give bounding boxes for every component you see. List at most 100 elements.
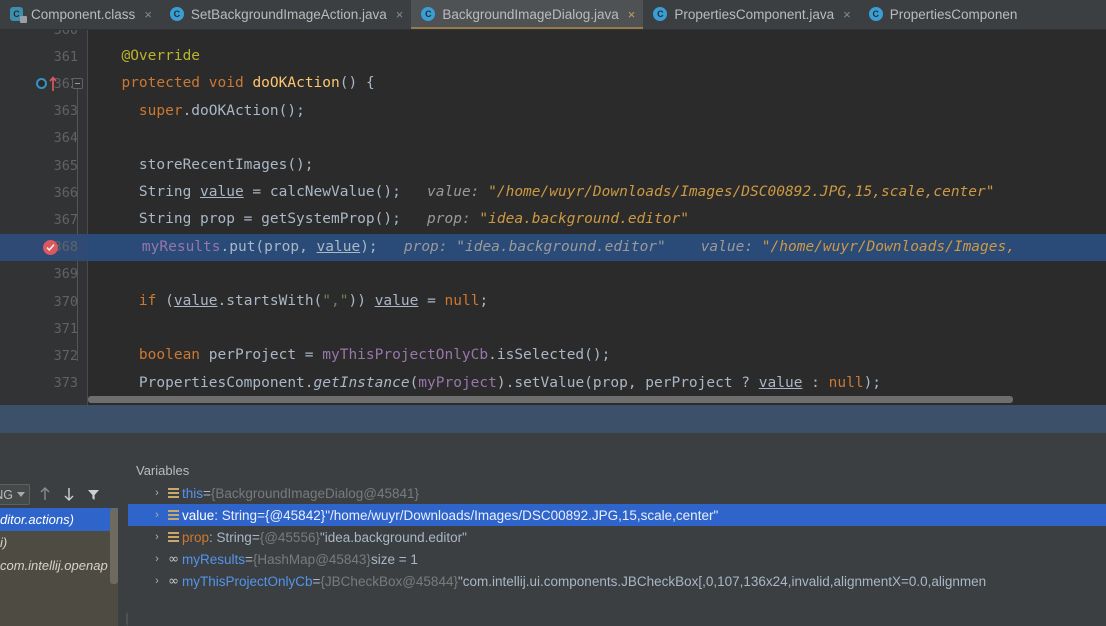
field-icon — [164, 487, 182, 499]
expand-arrow-icon[interactable]: › — [150, 509, 164, 521]
expand-arrow-icon[interactable]: › — [150, 553, 164, 565]
line-code: super.doOKAction(); — [88, 98, 305, 125]
field-icon — [164, 509, 182, 521]
editor-line-367[interactable]: 367 String prop = getSystemProp(); prop:… — [0, 206, 1106, 233]
editor-line-364[interactable]: 364 — [0, 125, 1106, 152]
line-code: String value = calcNewValue(); value: "/… — [88, 179, 995, 206]
editor-tab-1[interactable]: C SetBackgroundImageAction.java × — [159, 0, 412, 29]
expand-arrow-icon[interactable]: › — [150, 531, 164, 543]
variable-row[interactable]: › this = {BackgroundImageDialog@45841} — [128, 482, 1106, 504]
editor-tab-3[interactable]: C PropertiesComponent.java × — [643, 0, 859, 29]
inline-hint-label: prop: — [403, 238, 457, 255]
java-class-icon: C — [868, 7, 884, 22]
editor-line-371[interactable]: 371 — [0, 315, 1106, 342]
editor-tab-2[interactable]: C BackgroundImageDialog.java × — [411, 0, 644, 29]
variable-name: myResults — [182, 551, 246, 567]
close-icon[interactable]: × — [628, 8, 636, 21]
variable-value: "com.intellij.ui.components.JBCheckBox[,… — [457, 573, 987, 589]
line-number: 367 — [53, 211, 78, 228]
editor-line-368[interactable]: myResults.put(prop, value); prop: "idea.… — [88, 233, 1106, 261]
code-token: String prop = getSystemProp(); — [138, 211, 401, 228]
code-token: value — [758, 374, 803, 391]
line-number: 371 — [53, 320, 78, 337]
editor-tab-0[interactable]: C Component.class × — [0, 0, 160, 29]
thread-selector-dropdown[interactable]: NG — [0, 484, 30, 505]
editor-line-372[interactable]: 372 boolean perProject = myThisProjectOn… — [0, 342, 1106, 369]
code-token: .doOKAction(); — [182, 102, 305, 119]
code-token: @Override — [121, 48, 201, 65]
frames-down-icon[interactable] — [58, 482, 80, 506]
variable-equals: = — [257, 507, 265, 523]
expand-arrow-icon[interactable]: › — [150, 487, 164, 499]
line-code: myResults.put(prop, value); prop: "idea.… — [91, 234, 1015, 261]
code-editor[interactable]: 360361 @Override362 protected void doOKA… — [0, 30, 1106, 405]
editor-bottom-band — [0, 405, 1106, 433]
line-number: 369 — [53, 266, 78, 283]
line-code: storeRecentImages(); — [88, 152, 314, 179]
line-number: 366 — [53, 184, 78, 201]
watch-icon: ∞ — [168, 551, 179, 567]
line-number: 370 — [53, 293, 78, 310]
line-number: 372 — [53, 347, 78, 364]
code-token: () { — [339, 75, 375, 92]
close-icon[interactable]: × — [396, 8, 404, 21]
code-token: String — [138, 184, 201, 201]
editor-line-365[interactable]: 365 storeRecentImages(); — [0, 152, 1106, 179]
line-code: String prop = getSystemProp(); prop: "id… — [88, 206, 689, 233]
expand-arrow-icon[interactable]: › — [150, 575, 164, 587]
editor-line-361[interactable]: 361 @Override — [0, 43, 1106, 70]
variable-row[interactable]: › value: String = {@45842} "/home/wuyr/Do… — [128, 504, 1106, 526]
editor-line-370[interactable]: 370 if (value.startsWith(",")) value = n… — [0, 288, 1106, 315]
variables-tree[interactable]: › this = {BackgroundImageDialog@45841} › va… — [128, 482, 1106, 592]
close-icon[interactable]: × — [144, 8, 152, 21]
code-token: value — [200, 184, 244, 201]
code-token: getInstance — [313, 374, 410, 391]
variable-equals: = — [312, 573, 321, 589]
frame-list-item[interactable]: i) — [0, 531, 118, 554]
code-token: void — [208, 75, 244, 92]
ide-window: C Component.class × C SetBackgroundImageActi… — [0, 0, 1106, 626]
editor-horizontal-scrollbar[interactable] — [88, 396, 1013, 403]
code-token: ( — [409, 374, 419, 391]
frames-list[interactable]: ditor.actions) i) com.intellij.openap — [0, 508, 118, 626]
variable-reference: {BackgroundImageDialog@45841} — [210, 485, 420, 501]
java-class-icon: C — [421, 7, 436, 22]
variable-equals: = — [203, 485, 211, 501]
code-token: super — [138, 102, 183, 119]
variable-reference: {JBCheckBox@45844} — [320, 573, 458, 589]
editor-tab-label: PropertiesComponen — [889, 7, 1018, 22]
breakpoint-icon[interactable] — [43, 239, 58, 255]
editor-line-362[interactable]: 362 protected void doOKAction() { — [0, 70, 1106, 97]
frames-toolbar: NG — [0, 480, 125, 508]
frames-vertical-scrollbar[interactable] — [110, 508, 118, 584]
variable-row[interactable]: › ∞ myThisProjectOnlyCb = {JBCheckBox@4584… — [128, 570, 1106, 592]
inline-hint-value: "idea.background.editor" — [479, 211, 689, 228]
code-token: ).setValue(prop, perProject ? — [496, 374, 759, 391]
editor-line-373[interactable]: 373 PropertiesComponent.getInstance(myPr… — [0, 370, 1106, 397]
variable-value: "/home/wuyr/Downloads/Images/DSC00892.JP… — [325, 507, 719, 523]
variable-reference: {HashMap@45843} — [252, 551, 371, 567]
editor-tab-label: PropertiesComponent.java — [674, 7, 835, 22]
editor-tab-4[interactable]: C PropertiesComponen — [858, 0, 1026, 29]
frame-list-item[interactable]: com.intellij.openap — [0, 554, 118, 577]
editor-line-369[interactable]: 369 — [0, 261, 1106, 288]
close-icon[interactable]: × — [843, 8, 851, 21]
variable-row[interactable]: › prop: String = {@45556} "idea.backgroun… — [128, 526, 1106, 548]
code-token: if — [138, 293, 157, 309]
editor-lines: 360361 @Override362 protected void doOKA… — [0, 30, 1106, 391]
frame-label: ditor.actions) — [0, 512, 74, 527]
code-fold-toggle[interactable] — [72, 78, 83, 90]
variable-row[interactable]: › ∞ myResults = {HashMap@45843} size = 1 — [128, 548, 1106, 570]
frame-list-item[interactable]: ditor.actions) — [0, 508, 118, 531]
line-number: 364 — [53, 130, 78, 147]
inline-hint-label: value: — [700, 238, 762, 255]
frames-up-icon[interactable] — [34, 482, 56, 506]
editor-line-363[interactable]: 363 super.doOKAction(); — [0, 98, 1106, 125]
filter-icon[interactable] — [82, 482, 104, 506]
editor-tab-label: BackgroundImageDialog.java — [442, 7, 619, 22]
editor-line-366[interactable]: 366 String value = calcNewValue(); value… — [0, 179, 1106, 206]
override-method-icon[interactable] — [36, 76, 58, 92]
code-token: myProject — [418, 374, 497, 391]
frame-label: i) — [0, 535, 8, 550]
